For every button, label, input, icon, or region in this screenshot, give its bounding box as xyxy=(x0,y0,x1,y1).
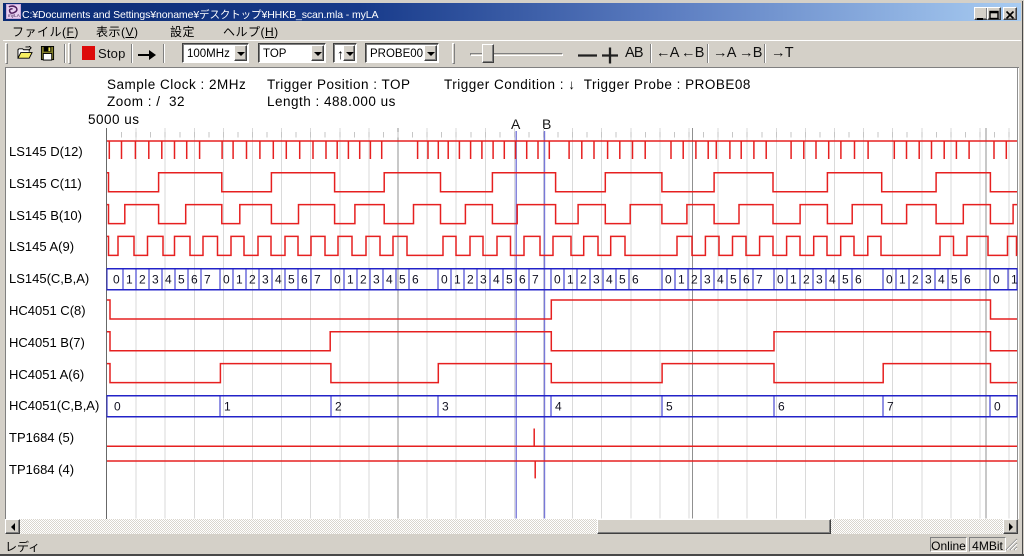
svg-text:4: 4 xyxy=(493,272,500,286)
svg-text:0: 0 xyxy=(334,272,341,286)
svg-text:4: 4 xyxy=(829,272,836,286)
svg-text:0: 0 xyxy=(554,272,561,286)
svg-text:0: 0 xyxy=(994,400,1001,414)
svg-text:1: 1 xyxy=(347,272,354,286)
svg-text:3: 3 xyxy=(480,272,487,286)
svg-text:1: 1 xyxy=(224,400,231,414)
svg-text:6: 6 xyxy=(519,272,526,286)
svg-text:4: 4 xyxy=(555,400,562,414)
svg-text:2: 2 xyxy=(467,272,474,286)
svg-text:4: 4 xyxy=(275,272,282,286)
svg-text:3: 3 xyxy=(704,272,711,286)
svg-text:3: 3 xyxy=(442,400,449,414)
svg-text:1: 1 xyxy=(678,272,685,286)
svg-text:3: 3 xyxy=(373,272,380,286)
svg-text:6: 6 xyxy=(412,272,419,286)
svg-text:0: 0 xyxy=(441,272,448,286)
svg-text:2: 2 xyxy=(691,272,698,286)
svg-text:7: 7 xyxy=(887,400,894,414)
svg-text:2: 2 xyxy=(360,272,367,286)
svg-text:5: 5 xyxy=(842,272,849,286)
svg-text:6: 6 xyxy=(964,272,971,286)
svg-text:5: 5 xyxy=(288,272,295,286)
svg-text:6: 6 xyxy=(301,272,308,286)
svg-text:0: 0 xyxy=(993,272,1000,286)
svg-text:1: 1 xyxy=(454,272,461,286)
svg-text:3: 3 xyxy=(152,272,159,286)
svg-text:2: 2 xyxy=(335,400,342,414)
svg-text:5: 5 xyxy=(951,272,958,286)
svg-text:5: 5 xyxy=(666,400,673,414)
svg-text:6: 6 xyxy=(191,272,198,286)
svg-text:0: 0 xyxy=(665,272,672,286)
svg-text:1: 1 xyxy=(236,272,243,286)
svg-text:5: 5 xyxy=(399,272,406,286)
svg-text:4: 4 xyxy=(717,272,724,286)
svg-text:2: 2 xyxy=(249,272,256,286)
svg-text:3: 3 xyxy=(925,272,932,286)
svg-text:6: 6 xyxy=(855,272,862,286)
svg-text:1: 1 xyxy=(567,272,574,286)
svg-text:0: 0 xyxy=(223,272,230,286)
svg-text:7: 7 xyxy=(756,272,763,286)
svg-text:0: 0 xyxy=(113,272,120,286)
svg-text:0: 0 xyxy=(114,400,121,414)
svg-text:4: 4 xyxy=(386,272,393,286)
svg-text:1: 1 xyxy=(790,272,797,286)
svg-text:4: 4 xyxy=(165,272,172,286)
svg-text:6: 6 xyxy=(632,272,639,286)
svg-text:4: 4 xyxy=(938,272,945,286)
svg-text:6: 6 xyxy=(778,400,785,414)
svg-text:1: 1 xyxy=(899,272,906,286)
svg-text:0: 0 xyxy=(777,272,784,286)
svg-text:5: 5 xyxy=(178,272,185,286)
svg-text:5: 5 xyxy=(619,272,626,286)
svg-text:1: 1 xyxy=(1011,272,1018,286)
svg-text:5: 5 xyxy=(506,272,513,286)
svg-text:7: 7 xyxy=(314,272,321,286)
svg-text:2: 2 xyxy=(580,272,587,286)
svg-text:4: 4 xyxy=(606,272,613,286)
svg-text:3: 3 xyxy=(593,272,600,286)
svg-text:2: 2 xyxy=(912,272,919,286)
svg-text:1: 1 xyxy=(126,272,133,286)
svg-text:6: 6 xyxy=(743,272,750,286)
svg-text:7: 7 xyxy=(204,272,211,286)
svg-text:0: 0 xyxy=(886,272,893,286)
svg-text:5: 5 xyxy=(730,272,737,286)
svg-text:7: 7 xyxy=(532,272,539,286)
svg-text:2: 2 xyxy=(803,272,810,286)
svg-text:3: 3 xyxy=(262,272,269,286)
svg-text:2: 2 xyxy=(139,272,146,286)
svg-text:3: 3 xyxy=(816,272,823,286)
